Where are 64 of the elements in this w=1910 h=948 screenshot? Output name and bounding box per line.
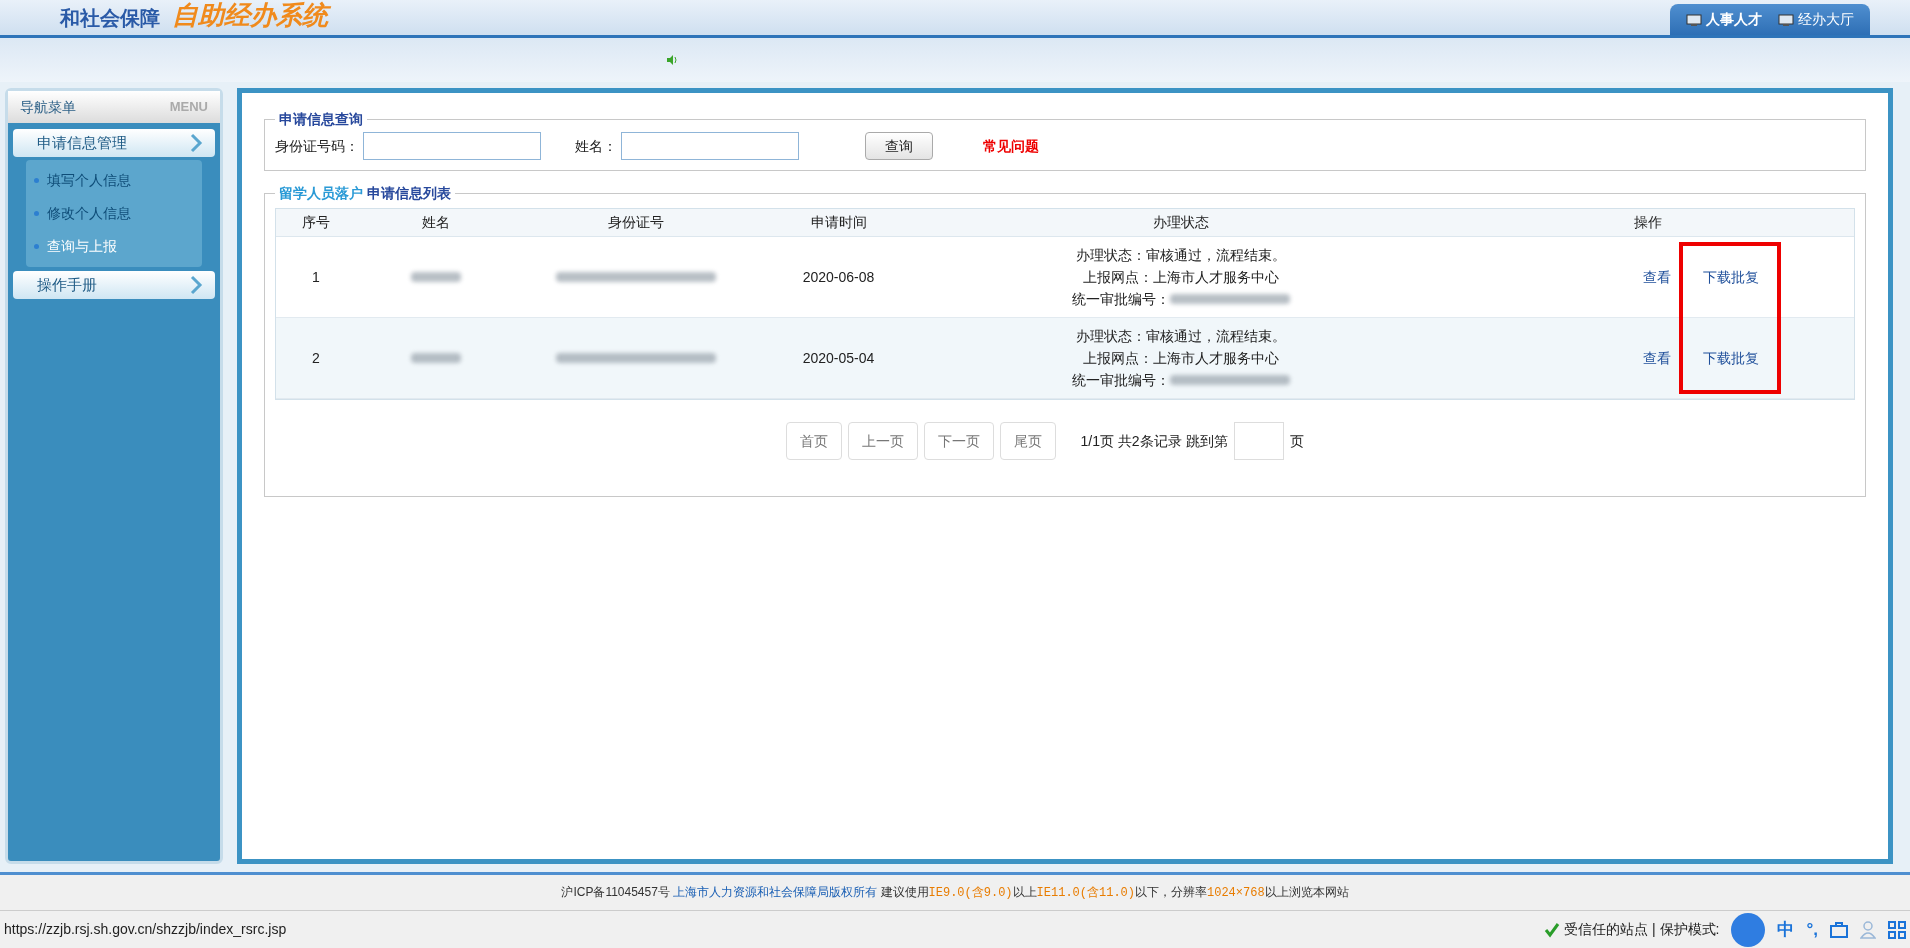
input-field[interactable] <box>621 132 799 160</box>
action-link[interactable]: 下载批复 <box>1703 347 1759 369</box>
pager-suffix: 页 <box>1289 431 1304 451</box>
faq-link[interactable]: 常见问题 <box>983 135 1039 157</box>
action-link[interactable]: 查看 <box>1643 266 1671 288</box>
pager-button[interactable]: 下一页 <box>924 422 995 460</box>
table-cell-text: 2020-05-04 <box>801 348 876 368</box>
pager-button[interactable]: 首页 <box>786 422 843 460</box>
site-text: 上报网点：上海市人才服务中心 <box>1083 351 1279 365</box>
pager-info: 1/1页 共2条记录 跳到第 <box>1080 431 1228 451</box>
column-header: 操作 <box>1632 213 1663 232</box>
table-cell-text: 2020-06-08 <box>801 267 876 287</box>
pager-button[interactable]: 尾页 <box>1000 422 1057 460</box>
status-text: 办理状态：审核通过，流程结束。 <box>1076 248 1286 262</box>
submenu-item[interactable]: 修改个人信息 <box>26 197 202 230</box>
bullet-icon <box>34 244 39 249</box>
section-title: 申请信息列表 <box>367 185 451 201</box>
page-input[interactable] <box>1233 422 1284 460</box>
site-text: 上报网点：上海市人才服务中心 <box>1083 270 1279 284</box>
section-title: 申请信息查询 <box>278 110 364 129</box>
pager-button[interactable]: 上一页 <box>848 422 919 460</box>
grid-icon[interactable] <box>1888 920 1906 939</box>
column-header: 身份证号 <box>607 213 665 232</box>
user-icon[interactable] <box>1860 920 1876 939</box>
table-cell-text: 1 <box>311 267 321 287</box>
submenu-item[interactable]: 查询与上报 <box>26 230 202 263</box>
sidebar-title: 导航菜单 <box>20 97 76 117</box>
table-cell-text: 2 <box>311 348 321 368</box>
bullet-icon <box>34 211 39 216</box>
redacted-text <box>411 353 461 363</box>
column-header: 办理状态 <box>1152 213 1210 232</box>
action-link[interactable]: 查看 <box>1643 347 1671 369</box>
column-header: 姓名 <box>421 213 451 232</box>
approval-label: 统一审批编号： <box>1072 373 1170 387</box>
column-header: 申请时间 <box>809 213 868 232</box>
chevron-right-icon <box>189 133 203 153</box>
bullet-icon <box>34 178 39 183</box>
action-link[interactable]: 下载批复 <box>1703 266 1759 288</box>
column-header: 序号 <box>301 213 331 232</box>
field-label: 身份证号码： <box>275 136 359 156</box>
footer-text: 沪ICP备11045457号 上海市人力资源和社会保障局版权所有 建议使用IE9.0(含9.0)以上IE11.0(含11.0)以下，分辨率1024×768以上浏览本网站 <box>561 884 1349 902</box>
menu-group[interactable]: 操作手册 <box>13 271 215 299</box>
input-field[interactable] <box>363 132 541 160</box>
header-tab[interactable]: 经办大厅 <box>1778 9 1854 30</box>
submenu-item[interactable]: 填写个人信息 <box>26 164 202 197</box>
status-url: https://zzjb.rsj.sh.gov.cn/shzzjb/index_rsrc.jsp <box>4 920 287 939</box>
ime-mode[interactable]: 中 <box>1777 916 1795 943</box>
redacted-text <box>411 272 461 282</box>
check-icon <box>1544 921 1561 938</box>
approval-label: 统一审批编号： <box>1072 292 1170 306</box>
field-label: 姓名： <box>575 136 617 156</box>
section-title-prefix: 留学人员落户 <box>279 185 363 201</box>
chevron-right-icon <box>189 275 203 295</box>
status-text: 办理状态：审核通过，流程结束。 <box>1076 329 1286 343</box>
menu-group[interactable]: 申请信息管理 <box>13 129 215 157</box>
sidebar-title-en: MENU <box>169 98 208 117</box>
query-button[interactable]: 查询 <box>865 132 933 160</box>
logo-text: 和社会保障 <box>60 8 160 28</box>
zone-text: 受信任的站点 | 保护模式: <box>1564 920 1720 939</box>
speaker-icon <box>666 54 678 66</box>
monitor-icon <box>1686 12 1702 27</box>
header-tab[interactable]: 人事人才 <box>1686 9 1762 30</box>
toolbox-icon[interactable] <box>1830 921 1848 938</box>
ime-punctuation[interactable]: °, <box>1806 916 1818 943</box>
